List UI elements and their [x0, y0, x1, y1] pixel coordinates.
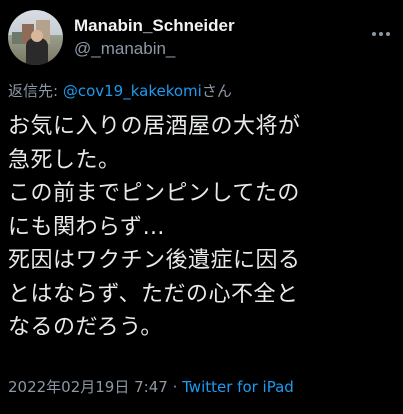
tweet-card: Manabin_Schneider @_manabin_ 返信先: @cov19… [0, 0, 403, 414]
reply-suffix: さん [201, 82, 232, 100]
reply-prefix: 返信先: [8, 82, 63, 100]
tweet-line: お気に入りの居酒屋の大将が [8, 114, 301, 139]
tweet-header: Manabin_Schneider @_manabin_ [8, 10, 395, 66]
tweet-line: この前までピンピンしてたの [8, 181, 300, 206]
tweet-line: なるのだろう。 [8, 315, 163, 340]
tweet-line: 急死した。 [8, 147, 121, 173]
avatar-building [12, 32, 22, 44]
tweet-source-link[interactable]: Twitter for iPad [182, 378, 294, 396]
reply-mention-link[interactable]: @cov19_kakekomi [63, 82, 202, 100]
meta-separator: · [167, 378, 183, 396]
avatar[interactable] [8, 10, 63, 65]
tweet-line: にも関わらず… [8, 214, 166, 240]
avatar-head [31, 30, 43, 42]
tweet-line: 死因はワクチン後遺症に因る [8, 248, 301, 273]
more-dot [386, 32, 390, 36]
tweet-text: お気に入りの居酒屋の大将が 急死した。 この前までピンピンしてたの にも関わらず… [8, 110, 398, 345]
more-dot [372, 32, 376, 36]
avatar-person [26, 38, 48, 65]
user-handle[interactable]: @_manabin_ [74, 38, 235, 60]
tweet-meta: 2022年02月19日 7:47 · Twitter for iPad [8, 376, 294, 398]
more-options-icon[interactable] [369, 24, 393, 44]
more-dot [379, 32, 383, 36]
reply-to: 返信先: @cov19_kakekomiさん [8, 80, 232, 102]
tweet-timestamp[interactable]: 2022年02月19日 7:47 [8, 378, 168, 396]
display-name[interactable]: Manabin_Schneider [74, 16, 235, 36]
tweet-line: とはならず、ただの心不全と [8, 281, 299, 307]
user-names: Manabin_Schneider @_manabin_ [74, 16, 235, 60]
